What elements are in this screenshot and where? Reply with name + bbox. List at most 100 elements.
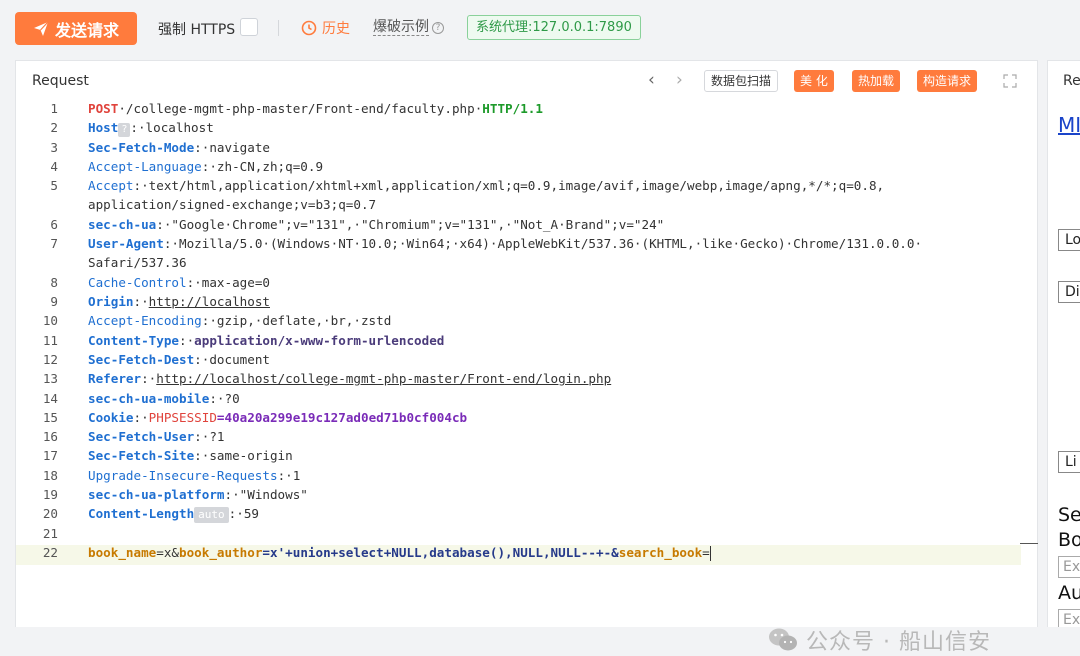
origin-url[interactable]: http://localhost bbox=[149, 294, 270, 309]
line-number: 20 bbox=[42, 506, 58, 522]
text-cursor bbox=[709, 545, 711, 561]
header-name: Sec-Fetch-Mode bbox=[88, 139, 195, 155]
http-version: HTTP/1.1 bbox=[482, 101, 543, 116]
packet-scan-button[interactable]: 数据包扫描 bbox=[704, 70, 779, 92]
line-number: 14 bbox=[42, 390, 58, 406]
param-value: = bbox=[702, 544, 710, 560]
line-number: 10 bbox=[42, 313, 58, 329]
send-icon bbox=[33, 21, 49, 36]
header-value: :·59 bbox=[228, 506, 259, 522]
line-number: 7 bbox=[50, 236, 58, 252]
request-panel: Request ‹ › 数据包扫描 美 化 热加载 构造请求 1 POST·/c… bbox=[15, 60, 1038, 655]
force-https-checkbox[interactable] bbox=[240, 18, 258, 36]
param-name: book_author bbox=[179, 544, 263, 560]
line-number: 19 bbox=[42, 487, 58, 502]
header-separator: :· bbox=[133, 409, 149, 425]
header-value: :·gzip,·deflate,·br,·zstd bbox=[201, 313, 392, 329]
header-name: User-Agent bbox=[88, 236, 164, 252]
response-input[interactable]: Ex bbox=[1058, 609, 1080, 627]
param-value: =x& bbox=[156, 544, 179, 560]
request-panel-header: Request ‹ › 数据包扫描 美 化 热加载 构造请求 bbox=[16, 61, 1037, 101]
response-button[interactable]: Li bbox=[1058, 451, 1080, 473]
header-value: application/x-www-form-urlencoded bbox=[194, 332, 445, 348]
header-name: sec-ch-ua bbox=[88, 216, 157, 232]
header-value: :·?1 bbox=[194, 429, 225, 445]
send-request-label: 发送请求 bbox=[54, 20, 119, 40]
line-number: 9 bbox=[50, 294, 58, 309]
line-number: 21 bbox=[42, 525, 58, 541]
line-number: 8 bbox=[50, 274, 58, 290]
header-name: Cookie bbox=[88, 409, 134, 425]
header-name: Content-Type bbox=[88, 332, 179, 348]
build-request-button[interactable]: 构造请求 bbox=[917, 70, 978, 92]
response-text: Bo bbox=[1058, 529, 1080, 551]
response-text: Au bbox=[1058, 582, 1080, 604]
force-https-label: 强制 HTTPS bbox=[158, 22, 236, 38]
send-request-button[interactable]: 发送请求 bbox=[15, 12, 137, 45]
examples-label: 爆破示例 bbox=[373, 19, 429, 36]
header-value: :·zh-CN,zh;q=0.9 bbox=[201, 158, 324, 174]
header-value: :·Mozilla/5.0·(Windows·NT·10.0;·Win64;·x… bbox=[163, 236, 923, 252]
header-value: :·?0 bbox=[209, 390, 240, 406]
system-proxy-badge[interactable]: 系统代理:127.0.0.1:7890 bbox=[467, 15, 641, 40]
header-value: :·document bbox=[194, 351, 270, 367]
header-name: sec-ch-ua-mobile bbox=[88, 390, 210, 406]
line-number: 3 bbox=[50, 139, 58, 155]
line-number: 17 bbox=[42, 448, 58, 464]
code-line-active: 22 book_name=x&book_author=x'+union+sele… bbox=[16, 544, 1021, 565]
header-name: Cache-Control bbox=[88, 274, 187, 290]
header-separator: :· bbox=[179, 332, 195, 348]
auto-badge: auto bbox=[194, 507, 229, 524]
header-value: :·"Google·Chrome";v="131",·"Chromium";v=… bbox=[156, 216, 665, 232]
hint-badge: ? bbox=[118, 123, 131, 138]
header-name: Content-Length bbox=[88, 506, 195, 522]
response-link[interactable]: MI bbox=[1058, 113, 1080, 137]
expand-icon[interactable] bbox=[1003, 74, 1017, 88]
toolbar-divider bbox=[278, 20, 279, 36]
line-number: 5 bbox=[50, 178, 58, 194]
line-number: 11 bbox=[42, 332, 58, 348]
http-method: POST bbox=[88, 101, 119, 116]
cookie-name: PHPSESSID bbox=[148, 409, 217, 425]
next-arrow-icon[interactable]: › bbox=[676, 72, 683, 89]
brute-force-examples-link[interactable]: 爆破示例 ? bbox=[373, 19, 444, 36]
referer-url[interactable]: http://localhost/college-mgmt-php-master… bbox=[156, 371, 611, 386]
response-text: Se bbox=[1058, 504, 1080, 526]
wechat-icon bbox=[769, 628, 797, 651]
header-value-wrapped: application/signed-exchange;v=b3;q=0.7 bbox=[88, 197, 377, 213]
response-button[interactable]: Lo bbox=[1058, 229, 1080, 251]
header-value: :·1 bbox=[277, 467, 301, 483]
header-separator: :· bbox=[141, 371, 157, 387]
header-value: :·navigate bbox=[194, 139, 270, 155]
line-number: 15 bbox=[42, 409, 58, 425]
history-label: 历史 bbox=[322, 21, 350, 37]
response-panel: Re MI Lo Di Li Se Bo Ex Au Ex bbox=[1047, 60, 1080, 627]
prev-arrow-icon[interactable]: ‹ bbox=[648, 72, 655, 89]
cookie-value: =40a20a299e19c127ad0ed71b0cf004cb bbox=[216, 409, 468, 425]
beautify-button[interactable]: 美 化 bbox=[794, 70, 834, 92]
response-button[interactable]: Di bbox=[1058, 281, 1080, 303]
request-path: ·/college-mgmt-php-master/Front-end/facu… bbox=[118, 101, 483, 116]
param-name: search_book bbox=[618, 544, 703, 560]
header-name: Sec-Fetch-Site bbox=[88, 448, 195, 464]
header-name: Sec-Fetch-User bbox=[88, 429, 195, 445]
hot-load-button[interactable]: 热加载 bbox=[852, 70, 901, 92]
response-input[interactable]: Ex bbox=[1058, 556, 1080, 578]
header-name: Sec-Fetch-Dest bbox=[88, 351, 195, 367]
header-name: Upgrade-Insecure-Requests bbox=[88, 467, 278, 483]
header-name: Accept bbox=[88, 178, 134, 194]
watermark: 公众号 · 船山信安 bbox=[768, 624, 991, 656]
response-panel-title: Re bbox=[1063, 73, 1080, 89]
line-number: 2 bbox=[50, 120, 58, 136]
header-name: Origin bbox=[88, 294, 134, 309]
request-editor[interactable]: 1 POST·/college-mgmt-php-master/Front-en… bbox=[16, 101, 1037, 628]
header-value: :·same-origin bbox=[194, 448, 293, 464]
history-button[interactable]: 历史 bbox=[301, 18, 350, 38]
watermark-text: 公众号 · 船山信安 bbox=[806, 630, 991, 655]
header-name: Accept-Encoding bbox=[88, 313, 202, 329]
param-value: =x'+union+select+NULL,database(),NULL,NU… bbox=[262, 544, 619, 560]
header-value: :·max-age=0 bbox=[186, 274, 270, 290]
line-number: 16 bbox=[42, 429, 58, 445]
top-toolbar: 发送请求 强制 HTTPS 历史 爆破示例 ? 系统代理:127.0.0.1:7… bbox=[0, 0, 1080, 58]
header-separator: :· bbox=[133, 294, 149, 309]
